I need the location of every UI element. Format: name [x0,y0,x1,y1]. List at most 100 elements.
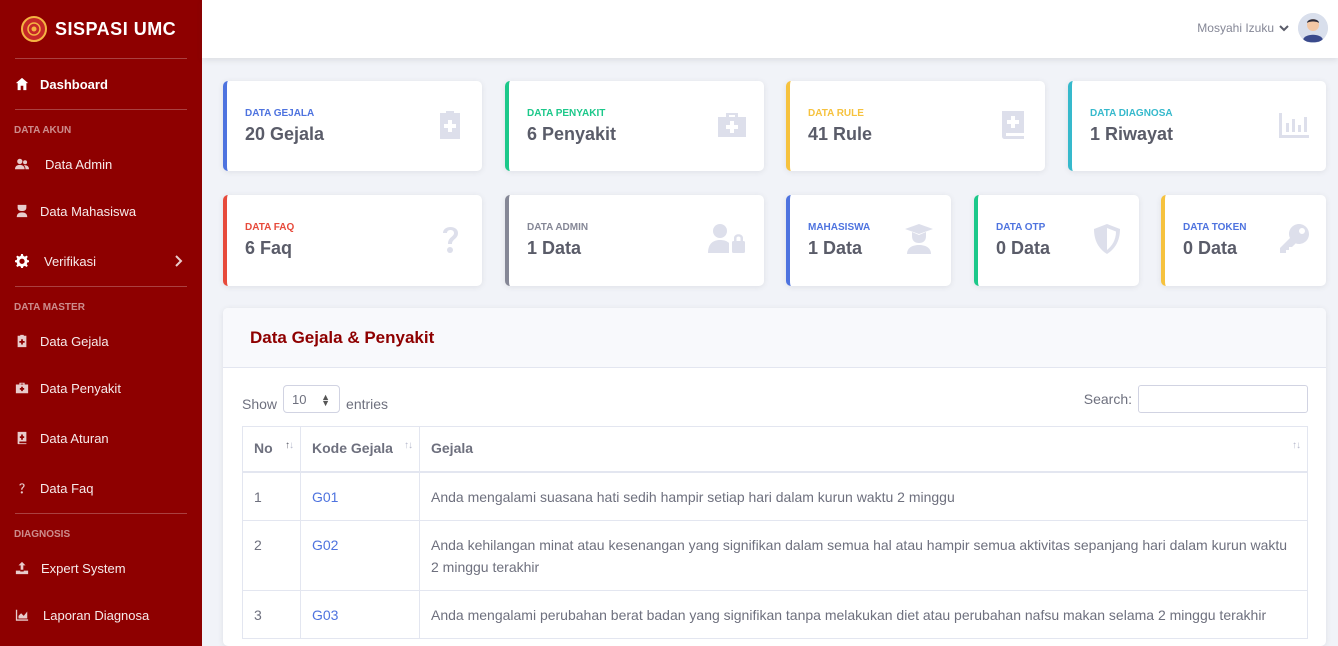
key-icon [1278,223,1310,255]
column-header-gejala[interactable]: Gejala ↑↓ [419,426,1308,473]
sidebar-heading-master: DATA MASTER [14,302,85,313]
sidebar-item-laporan-diagnosa[interactable]: Laporan Diagnosa [0,590,202,640]
card-label: DATA ADMIN [527,222,589,233]
user-graduate-icon [903,223,935,255]
gejala-table: No ↑↓ Kode Gejala ↑↓ Gejala ↑↓ 1 G01 And… [242,426,1308,639]
sidebar-item-label: Expert System [41,560,126,576]
entries-length: Show 10 ▲ ▼ entries [242,385,389,418]
column-header-kode-gejala[interactable]: Kode Gejala ↑↓ [300,426,420,473]
card-value: 0 Data [1183,238,1238,258]
table-search: Search: [1084,385,1308,413]
card-data-token[interactable]: DATA TOKEN 0 Data [1161,195,1326,286]
sidebar-item-data-mahasiswa[interactable]: Data Mahasiswa [0,186,202,236]
sidebar-item-data-aturan[interactable]: Data Aturan [0,413,202,463]
sidebar-item-label: Data Mahasiswa [40,203,137,219]
table-row[interactable]: 3 G03 Anda mengalami perubahan berat bad… [242,589,1308,639]
question-icon [14,480,30,496]
card-data-gejala[interactable]: DATA GEJALA 20 Gejala [223,81,482,171]
clipboard-medical-icon [434,109,466,141]
entries-label: entries [346,396,389,412]
sort-asc-icon: ↑↓ [285,440,294,451]
card-value: 1 Riwayat [1090,124,1174,144]
clipboard-medical-icon [14,333,30,349]
sidebar-heading-diagnosis: DIAGNOSIS [14,529,71,540]
sidebar-item-verifikasi[interactable]: Verifikasi [0,236,202,286]
users-icon [14,156,30,172]
card-label: DATA GEJALA [245,108,315,119]
avatar[interactable] [1298,13,1328,43]
chevron-down-icon [1279,25,1289,32]
card-value: 1 Data [808,238,863,258]
sidebar-item-label: Dashboard [40,76,108,92]
table-header-row: No ↑↓ Kode Gejala ↑↓ Gejala ↑↓ [242,426,1308,473]
card-data-admin[interactable]: DATA ADMIN 1 Data [505,195,764,286]
card-data-diagnosa[interactable]: DATA DIAGNOSA 1 Riwayat [1068,81,1326,171]
book-medical-icon [14,430,30,446]
cell-gejala: Anda kehilangan minat atau kesenangan ya… [419,519,1308,591]
user-lock-icon [708,223,746,255]
chart-area-icon [14,607,30,623]
search-input[interactable] [1138,385,1308,413]
sidebar-item-label: Data Penyakit [40,380,121,396]
search-label: Search: [1083,391,1132,407]
sidebar-item-expert-system[interactable]: Expert System [0,546,202,590]
column-header-label: Kode Gejala [312,440,393,456]
card-data-faq[interactable]: DATA FAQ 6 Faq [223,195,482,286]
sidebar-item-data-faq[interactable]: Data Faq [0,463,202,513]
brand-name: SISPASI UMC [55,18,177,39]
sidebar-divider [15,513,187,514]
card-data-rule[interactable]: DATA RULE 41 Rule [786,81,1045,171]
sidebar-heading-akun: DATA AKUN [14,125,72,136]
panel-title: Data Gejala & Penyakit [250,327,435,347]
cell-kode: G03 [300,589,420,639]
select-arrows-icon: ▲ ▼ [321,392,331,408]
show-label: Show [242,396,278,412]
user-dropdown[interactable]: Mosyahi Izuku [1197,13,1328,43]
card-label: DATA DIAGNOSA [1090,108,1173,119]
book-medical-icon [997,109,1029,141]
card-label: DATA FAQ [245,222,295,233]
data-gejala-panel: Data Gejala & Penyakit Show 10 ▲ ▼ entrie… [223,308,1326,646]
entries-value: 10 [292,391,307,407]
table-row[interactable]: 2 G02 Anda kehilangan minat atau kesenan… [242,519,1308,591]
card-value: 6 Penyakit [527,124,617,144]
cell-gejala: Anda mengalami perubahan berat badan yan… [419,589,1308,639]
cell-no: 3 [242,589,301,639]
card-value: 41 Rule [808,124,873,144]
question-icon [434,223,466,255]
panel-header: Data Gejala & Penyakit [223,308,1326,368]
card-label: DATA OTP [996,222,1046,233]
column-header-no[interactable]: No ↑↓ [242,426,301,473]
sidebar-divider [15,109,187,110]
card-value: 6 Faq [245,238,293,258]
table-controls: Show 10 ▲ ▼ entries Search: [242,385,1308,413]
chart-bar-icon [1278,109,1310,141]
table-row[interactable]: 1 G01 Anda mengalami suasana hati sedih … [242,471,1308,521]
card-mahasiswa[interactable]: MAHASISWA 1 Data [786,195,951,286]
cell-no: 2 [242,519,301,591]
sidebar-item-label: Data Aturan [40,430,109,446]
card-data-penyakit[interactable]: DATA PENYAKIT 6 Penyakit [505,81,764,171]
card-label: MAHASISWA [808,222,871,233]
sidebar-divider [15,286,187,287]
cell-gejala: Anda mengalami suasana hati sedih hampir… [419,471,1308,521]
sidebar-item-data-admin[interactable]: Data Admin [0,142,202,186]
sidebar-item-label: Laporan Diagnosa [43,607,150,623]
chevron-right-icon [175,255,183,267]
card-value: 20 Gejala [245,124,325,144]
brand[interactable]: SISPASI UMC [0,0,202,58]
column-header-label: No [254,440,273,456]
card-value: 1 Data [527,238,582,258]
home-icon [14,76,30,92]
logo-icon [21,16,47,42]
entries-select[interactable]: 10 ▲ ▼ [283,385,341,413]
cell-no: 1 [242,471,301,521]
sidebar-item-label: Verifikasi [44,253,97,269]
user-name: Mosyahi Izuku [1197,21,1274,35]
cell-kode: G02 [300,519,420,591]
sidebar-item-data-penyakit[interactable]: Data Penyakit [0,363,202,413]
sidebar-item-dashboard[interactable]: Dashboard [0,59,202,109]
medkit-icon [14,380,30,396]
sidebar-item-data-gejala[interactable]: Data Gejala [0,319,202,363]
card-data-otp[interactable]: DATA OTP 0 Data [974,195,1139,286]
